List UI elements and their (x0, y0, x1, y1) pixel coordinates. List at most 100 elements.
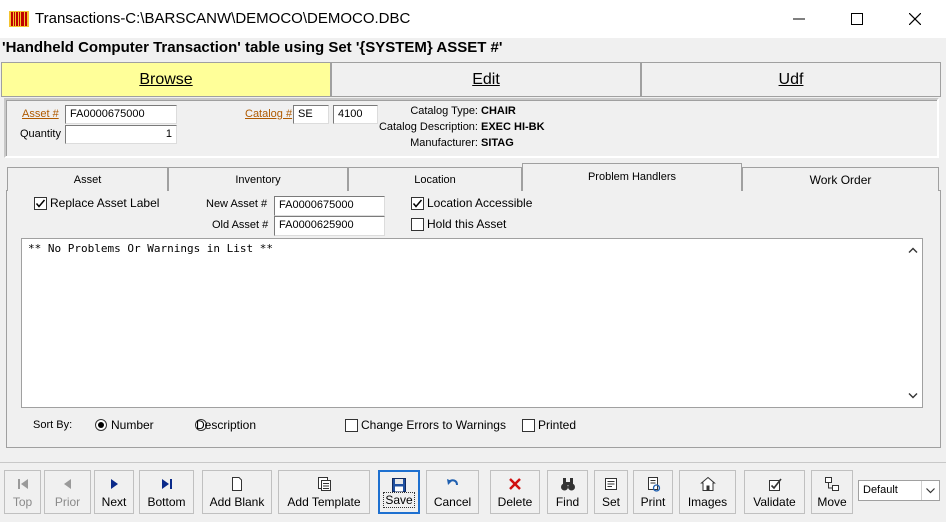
move-button-label: Move (817, 495, 847, 509)
tab-browse[interactable]: Browse (1, 62, 331, 97)
replace-asset-label-checkbox[interactable] (34, 197, 47, 210)
location-accessible-text: Location Accessible (427, 196, 533, 210)
tab-work-order-label: Work Order (809, 172, 872, 187)
set-icon (605, 478, 617, 490)
catalog-description-label: Catalog Description: (378, 121, 478, 133)
chevron-down-icon (908, 393, 918, 399)
prior-button-label: Prior (54, 495, 81, 509)
quantity-label: Quantity (20, 128, 61, 140)
find-button[interactable]: Find (547, 470, 588, 514)
hold-asset-text: Hold this Asset (427, 217, 507, 231)
print-button[interactable]: Print (633, 470, 673, 514)
location-accessible-checkbox[interactable] (411, 197, 424, 210)
close-icon (909, 13, 921, 25)
top-button-label: Top (12, 495, 33, 509)
validate-icon (768, 478, 782, 491)
combo-dropdown-button[interactable] (921, 481, 939, 500)
print-button-label: Print (640, 495, 666, 509)
close-button[interactable] (886, 0, 944, 38)
catalog-type-value: CHAIR (481, 105, 516, 117)
old-asset-field[interactable]: FA0000625900 (274, 216, 385, 236)
prior-button[interactable]: Prior (44, 470, 91, 514)
layout-combo-value: Default (863, 484, 898, 496)
tab-problem-handlers[interactable]: Problem Handlers (522, 163, 742, 191)
tab-asset-label: Asset (73, 173, 102, 186)
tab-inventory[interactable]: Inventory (168, 167, 348, 191)
template-icon (318, 477, 331, 491)
scroll-up-button[interactable] (904, 241, 922, 259)
printed-text: Printed (538, 418, 577, 432)
catalog-type-label: Catalog Type: (410, 105, 478, 117)
tab-edit-label: Edit (472, 70, 500, 88)
sort-number-text: Number (111, 418, 154, 432)
add-template-button-label: Add Template (287, 495, 361, 509)
minimize-button[interactable] (770, 0, 828, 38)
tab-edit[interactable]: Edit (331, 62, 641, 97)
new-asset-field[interactable]: FA0000675000 (274, 196, 385, 216)
manufacturer-value: SITAG (481, 137, 514, 149)
tab-location[interactable]: Location (348, 167, 522, 191)
sort-description-text: Description (196, 418, 257, 432)
set-button[interactable]: Set (594, 470, 628, 514)
problems-listbox[interactable]: ** No Problems Or Warnings in List ** (21, 238, 923, 408)
cancel-button[interactable]: Cancel (426, 470, 479, 514)
quantity-field[interactable]: 1 (65, 125, 177, 144)
add-blank-button[interactable]: Add Blank (202, 470, 272, 514)
next-icon (111, 479, 118, 489)
bottom-button-label: Bottom (147, 495, 186, 509)
maximize-button[interactable] (828, 0, 886, 38)
add-template-button[interactable]: Add Template (278, 470, 370, 514)
catalog-description-value: EXEC HI-BK (481, 121, 545, 133)
window-title: Transactions-C:\BARSCANW\DEMOCO\DEMOCO.D… (35, 10, 411, 27)
checkmark-icon (35, 199, 46, 208)
images-button[interactable]: Images (679, 470, 736, 514)
hold-asset-checkbox[interactable] (411, 218, 424, 231)
asset-number-link[interactable]: Asset # (22, 108, 59, 120)
minimize-icon (793, 18, 805, 20)
change-errors-checkbox[interactable] (345, 419, 358, 432)
printed-checkbox[interactable] (522, 419, 535, 432)
delete-button[interactable]: Delete (490, 470, 540, 514)
catalog-number-link[interactable]: Catalog # (245, 108, 292, 120)
catalog-prefix-field[interactable]: SE (293, 105, 329, 124)
layout-combo[interactable]: Default (858, 480, 940, 501)
tab-work-order[interactable]: Work Order (742, 167, 939, 191)
validate-button[interactable]: Validate (744, 470, 805, 514)
bottom-button[interactable]: Bottom (139, 470, 194, 514)
tab-udf[interactable]: Udf (641, 62, 941, 97)
prev-icon (63, 479, 71, 489)
undo-icon (446, 479, 458, 486)
tab-asset[interactable]: Asset (7, 167, 168, 191)
next-button[interactable]: Next (94, 470, 134, 514)
images-button-label: Images (687, 495, 728, 509)
sort-number-radio[interactable] (95, 419, 107, 431)
tab-inventory-label: Inventory (235, 173, 281, 186)
chevron-down-icon (926, 487, 935, 493)
find-button-label: Find (555, 495, 580, 509)
move-button[interactable]: Move (811, 470, 853, 514)
floppy-icon (392, 478, 406, 492)
chevron-up-icon (908, 247, 918, 253)
change-errors-text: Change Errors to Warnings (361, 418, 506, 432)
replace-asset-label-text: Replace Asset Label (50, 196, 160, 210)
images-icon (699, 476, 716, 491)
delete-x-icon (509, 478, 521, 490)
top-button[interactable]: Top (4, 470, 41, 514)
tab-problem-handlers-label: Problem Handlers (587, 171, 677, 183)
blank-page-icon (232, 477, 242, 491)
new-asset-label: New Asset # (206, 198, 268, 210)
tab-udf-label: Udf (778, 70, 804, 88)
cancel-button-label: Cancel (433, 495, 472, 509)
save-button[interactable]: Save (378, 470, 420, 514)
manufacturer-label: Manufacturer: (410, 137, 478, 149)
first-icon (17, 479, 28, 489)
asset-number-field[interactable]: FA0000675000 (65, 105, 177, 124)
tab-browse-label: Browse (139, 70, 193, 88)
scroll-down-button[interactable] (904, 387, 922, 405)
app-barcode-icon (9, 9, 29, 29)
print-icon (648, 477, 661, 492)
tab-location-label: Location (414, 173, 456, 186)
checkmark-icon (412, 199, 423, 208)
move-icon (825, 477, 839, 491)
binoculars-icon (560, 478, 575, 491)
